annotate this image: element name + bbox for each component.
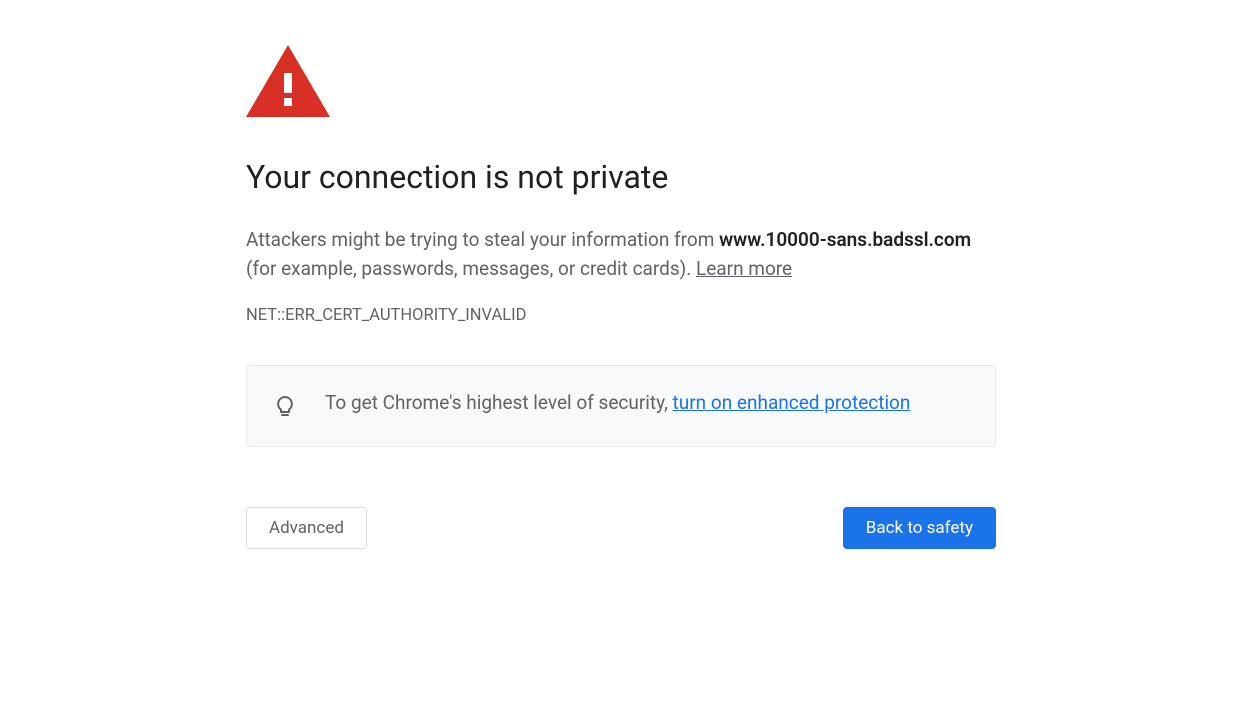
back-to-safety-button[interactable]: Back to safety — [843, 507, 996, 549]
body-suffix: (for example, passwords, messages, or cr… — [246, 257, 696, 280]
ssl-error-page: Your connection is not private Attackers… — [246, 0, 996, 549]
warning-body-text: Attackers might be trying to steal your … — [246, 225, 996, 284]
lightbulb-icon — [273, 388, 297, 424]
learn-more-link[interactable]: Learn more — [696, 257, 792, 280]
advanced-button[interactable]: Advanced — [246, 507, 367, 549]
page-heading: Your connection is not private — [246, 157, 996, 197]
enhanced-protection-link[interactable]: turn on enhanced protection — [673, 391, 911, 414]
promo-text-prefix: To get Chrome's highest level of securit… — [325, 391, 673, 414]
warning-triangle-icon — [246, 45, 996, 117]
body-prefix: Attackers might be trying to steal your … — [246, 228, 719, 251]
error-code: NET::ERR_CERT_AUTHORITY_INVALID — [246, 306, 996, 325]
button-row: Advanced Back to safety — [246, 507, 996, 549]
hostname: www.10000-sans.badssl.com — [719, 228, 971, 251]
enhanced-protection-promo: To get Chrome's highest level of securit… — [246, 365, 996, 447]
promo-text: To get Chrome's highest level of securit… — [325, 388, 910, 417]
